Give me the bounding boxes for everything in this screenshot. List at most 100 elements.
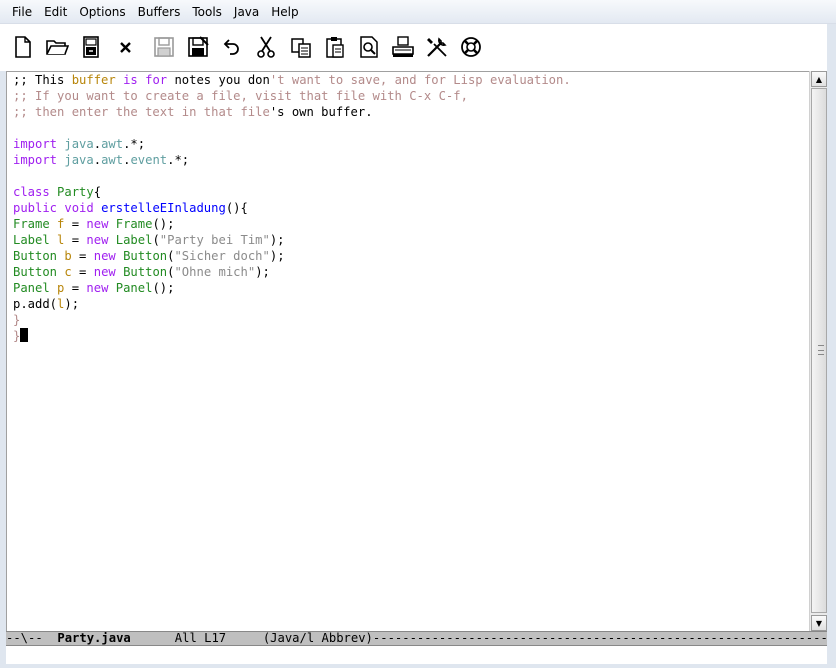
code-line[interactable]: class Party{ xyxy=(13,184,571,200)
code-token: = xyxy=(64,233,87,247)
undo-icon[interactable] xyxy=(220,35,244,59)
code-token: ); xyxy=(64,297,80,311)
close-icon[interactable] xyxy=(114,35,138,59)
preferences-icon[interactable] xyxy=(425,35,449,59)
code-token: ;; This xyxy=(13,73,72,87)
code-token: event xyxy=(130,153,168,167)
code-token: import xyxy=(13,137,58,151)
code-token: c xyxy=(64,265,72,279)
code-token: = xyxy=(64,217,87,231)
code-token: Label xyxy=(13,233,50,247)
code-line[interactable]: Button b = new Button("Sicher doch"); xyxy=(13,248,571,264)
modeline-position: All L17 xyxy=(130,631,263,645)
code-token: "Ohne mich" xyxy=(174,265,256,279)
menu-tools[interactable]: Tools xyxy=(186,3,228,21)
code-token: class xyxy=(13,185,50,199)
open-folder-icon[interactable] xyxy=(45,35,70,59)
code-token: erstelleEInladung xyxy=(101,201,226,215)
dired-icon[interactable] xyxy=(79,35,103,59)
scroll-up-icon[interactable]: ▲ xyxy=(811,71,827,87)
paste-icon[interactable] xyxy=(323,35,347,59)
code-token: new xyxy=(86,233,109,247)
code-token: Button xyxy=(13,265,58,279)
code-token: Panel xyxy=(115,281,153,295)
menu-edit[interactable]: Edit xyxy=(38,3,73,21)
code-token: ); xyxy=(269,249,285,263)
code-token: Button xyxy=(123,265,168,279)
menu-buffers[interactable]: Buffers xyxy=(132,3,187,21)
code-line[interactable]: p.add(l); xyxy=(13,296,571,312)
scroll-down-icon[interactable]: ▼ xyxy=(811,615,827,631)
search-icon[interactable] xyxy=(357,35,381,59)
menu-options[interactable]: Options xyxy=(73,3,131,21)
code-token: ); xyxy=(269,233,285,247)
print-icon[interactable] xyxy=(391,35,415,59)
code-token: = xyxy=(71,265,94,279)
code-token: import xyxy=(13,153,58,167)
menu-help[interactable]: Help xyxy=(265,3,304,21)
code-token: = xyxy=(64,281,87,295)
modeline-fill: ----------------------------------------… xyxy=(372,631,827,645)
code-token: .*; xyxy=(167,153,190,167)
code-line[interactable]: } xyxy=(13,312,571,328)
modeline-buffer-name[interactable]: Party.java xyxy=(57,632,130,645)
code-line[interactable] xyxy=(13,168,571,184)
code-token: new xyxy=(86,217,109,231)
modeline-prefix: --\-- xyxy=(6,631,58,645)
menu-java[interactable]: Java xyxy=(228,3,265,21)
code-line[interactable]: import java.awt.*; xyxy=(13,136,571,152)
menu-bar: File Edit Options Buffers Tools Java Hel… xyxy=(0,0,836,24)
frame-right-border xyxy=(827,24,836,668)
code-text[interactable]: ;; This buffer is for notes you don't wa… xyxy=(13,72,571,344)
menu-file[interactable]: File xyxy=(6,3,38,21)
code-token: } xyxy=(13,329,21,343)
code-token: Frame xyxy=(115,217,153,231)
code-token: Label xyxy=(115,233,153,247)
code-line[interactable]: ;; then enter the text in that file's ow… xyxy=(13,104,571,120)
frame-bottom-border xyxy=(0,664,836,668)
code-token: 't want to save, and for Lisp evaluation… xyxy=(269,73,571,87)
save-icon[interactable] xyxy=(152,35,176,59)
code-token: (); xyxy=(152,281,175,295)
modeline-modes[interactable]: (Java/l Abbrev) xyxy=(263,632,373,645)
code-line[interactable]: public void erstelleEInladung(){ xyxy=(13,200,571,216)
code-line[interactable]: ;; This buffer is for notes you don't wa… xyxy=(13,72,571,88)
vertical-scrollbar[interactable]: ▲ ▼ xyxy=(809,71,827,631)
code-token: Party xyxy=(57,185,94,199)
code-line[interactable]: Label l = new Label("Party bei Tim"); xyxy=(13,232,571,248)
scroll-thumb[interactable] xyxy=(811,88,827,613)
code-line[interactable]: Frame f = new Frame(); xyxy=(13,216,571,232)
help-icon[interactable] xyxy=(459,35,483,59)
code-token: Frame xyxy=(13,217,50,231)
code-line[interactable]: Button c = new Button("Ohne mich"); xyxy=(13,264,571,280)
mode-line[interactable]: --\-- Party.java All L17 (Java/l Abbrev)… xyxy=(6,631,827,646)
new-file-icon[interactable] xyxy=(11,35,35,59)
code-token: java xyxy=(64,137,94,151)
code-line[interactable] xyxy=(13,120,571,136)
editor-buffer[interactable]: ;; This buffer is for notes you don't wa… xyxy=(6,71,809,631)
code-token: .*; xyxy=(123,137,146,151)
scroll-grip-icon xyxy=(818,345,824,355)
code-token: Button xyxy=(123,249,168,263)
code-line[interactable]: Panel p = new Panel(); xyxy=(13,280,571,296)
code-line[interactable]: } xyxy=(13,328,571,344)
copy-icon[interactable] xyxy=(289,35,313,59)
save-as-icon[interactable] xyxy=(186,35,210,59)
cut-icon[interactable] xyxy=(254,35,278,59)
code-token: buffer xyxy=(71,73,116,87)
code-token: . xyxy=(93,153,102,167)
code-token: notes you don xyxy=(167,73,270,87)
code-line[interactable]: ;; If you want to create a file, visit t… xyxy=(13,88,571,104)
code-line[interactable]: import java.awt.event.*; xyxy=(13,152,571,168)
echo-area[interactable] xyxy=(6,646,827,664)
code-token: for xyxy=(145,73,168,87)
